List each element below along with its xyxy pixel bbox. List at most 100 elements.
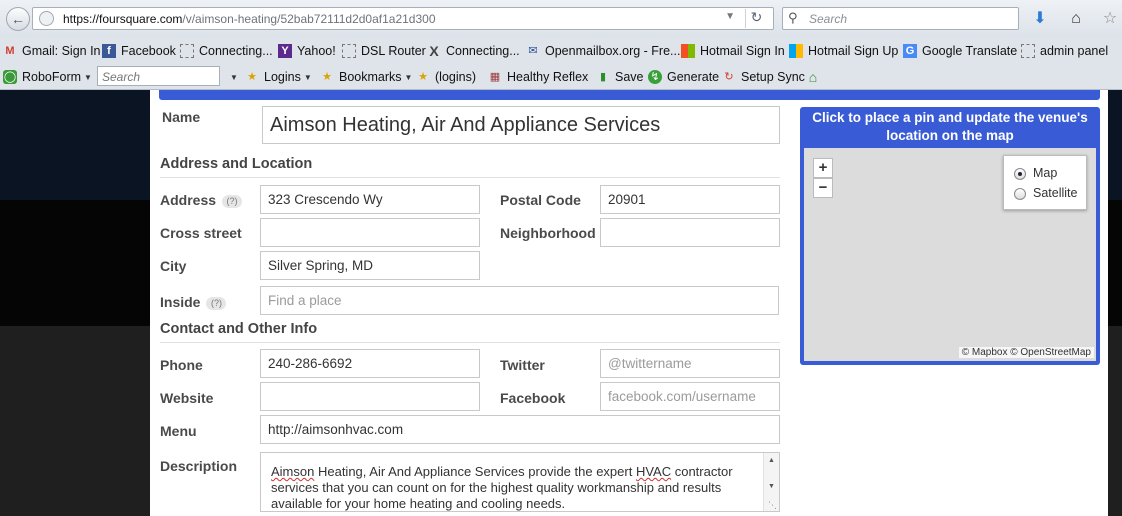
yahoo-icon: Y	[278, 44, 292, 58]
description-textarea[interactable]: Aimson Heating, Air And Appliance Servic…	[260, 452, 780, 512]
panel-header-bar	[159, 90, 1100, 100]
star-key-icon: ★	[247, 71, 257, 83]
menu-input[interactable]: http://aimsonhvac.com	[260, 415, 780, 444]
bookmark-connecting-1[interactable]: Connecting...	[180, 43, 273, 59]
url-text: https://foursquare.com/v/aimson-heating/…	[63, 12, 436, 26]
postal-code-input[interactable]: 20901	[600, 185, 780, 214]
help-icon[interactable]: (?)	[222, 195, 243, 208]
cross-street-label: Cross street	[160, 225, 242, 241]
contact-section-title: Contact and Other Info	[160, 321, 318, 337]
back-arrow-icon: ←	[11, 11, 25, 27]
chevron-down-icon: ▼	[230, 72, 238, 82]
roboform-setup-sync[interactable]: ↻ Setup Sync	[722, 69, 805, 85]
roboform-search-dropdown[interactable]: ▼	[227, 69, 238, 85]
roboform-generate[interactable]: ↯ Generate	[648, 69, 719, 85]
divider	[160, 342, 780, 343]
map-panel: Click to place a pin and update the venu…	[800, 107, 1100, 365]
zoom-in-button[interactable]: +	[813, 158, 833, 178]
phone-input[interactable]: 240-286-6692	[260, 349, 480, 378]
bookmark-hotmail-sign-in[interactable]: Hotmail Sign In	[681, 43, 785, 59]
twitter-input[interactable]: @twittername	[600, 349, 780, 378]
venue-name-input[interactable]: Aimson Heating, Air And Appliance Servic…	[262, 106, 780, 144]
twitter-label: Twitter	[500, 357, 545, 373]
menu-label: Menu	[160, 423, 197, 439]
map-attribution: © Mapbox © OpenStreetMap	[958, 347, 1094, 358]
neighborhood-label: Neighborhood	[500, 225, 596, 241]
facebook-icon: f	[102, 44, 116, 58]
windows-icon	[789, 44, 803, 58]
bookmark-hotmail-sign-up[interactable]: Hotmail Sign Up	[789, 43, 898, 59]
back-button[interactable]: ←	[6, 7, 30, 31]
windows-icon	[681, 44, 695, 58]
phone-label: Phone	[160, 357, 203, 373]
search-icon: ⚲	[788, 10, 798, 25]
satellite-layer-label: Satellite	[1033, 186, 1078, 200]
facebook-label: Facebook	[500, 390, 566, 406]
map-canvas[interactable]: + − Map Satellite © Mapbox © OpenStreetM…	[804, 148, 1096, 361]
roboform-logins[interactable]: ★ Logins ▼	[245, 69, 312, 85]
roboform-healthy-reflex[interactable]: ▦ Healthy Reflex	[488, 69, 589, 85]
scroll-down-icon[interactable]: ▼	[764, 479, 779, 495]
city-input[interactable]: Silver Spring, MD	[260, 251, 480, 280]
bookmark-dsl-router[interactable]: DSL Router	[342, 43, 426, 59]
roboform-bookmarks[interactable]: ★ Bookmarks ▼	[320, 69, 412, 85]
chevron-down-icon: ▼	[84, 72, 92, 82]
address-input[interactable]: 323 Crescendo Wy	[260, 185, 480, 214]
satellite-layer-radio[interactable]	[1014, 188, 1026, 200]
blank-page-icon	[342, 44, 356, 58]
bookmark-gmail[interactable]: M Gmail: Sign In	[3, 43, 100, 59]
map-instructions: Click to place a pin and update the venu…	[812, 110, 1088, 143]
chevron-down-icon: ▼	[404, 72, 413, 82]
help-icon[interactable]: (?)	[206, 297, 227, 310]
roboform-menu[interactable]: ◯ RoboForm ▼	[3, 69, 92, 85]
blank-page-icon	[180, 44, 194, 58]
inside-label: Inside (?)	[160, 294, 227, 310]
roboform-save[interactable]: ▮ Save	[596, 69, 644, 85]
bookmark-facebook[interactable]: f Facebook	[102, 43, 176, 59]
zoom-out-button[interactable]: −	[813, 178, 833, 198]
bookmark-connecting-2[interactable]: X Connecting...	[427, 43, 519, 59]
roboform-logins-paren[interactable]: ★ (logins)	[416, 69, 476, 85]
bookmark-openmailbox[interactable]: ✉ Openmailbox.org - Fre...	[526, 43, 680, 59]
resize-grip-icon[interactable]: ⋱	[768, 500, 777, 511]
description-text: Aimson Heating, Air And Appliance Servic…	[271, 464, 733, 511]
roboform-home[interactable]: ⌂	[806, 69, 825, 85]
roboform-search-input[interactable]: Search	[97, 66, 220, 86]
mailbox-icon: ✉	[528, 45, 538, 57]
map-layer-switcher: Map Satellite	[1003, 155, 1087, 210]
scroll-up-icon[interactable]: ▲	[764, 453, 779, 469]
download-icon[interactable]: ⬇	[1030, 9, 1050, 29]
browser-search-input[interactable]: ⚲ Search	[782, 7, 1019, 30]
translate-icon: G	[903, 44, 917, 58]
chevron-down-icon[interactable]: ▼	[725, 11, 735, 22]
browser-chrome: ← https://foursquare.com/v/aimson-heatin…	[0, 0, 1122, 90]
postal-code-label: Postal Code	[500, 192, 581, 208]
map-layer-label: Map	[1033, 166, 1058, 180]
save-icon: ▮	[599, 71, 607, 83]
facebook-input[interactable]: facebook.com/username	[600, 382, 780, 411]
inside-input[interactable]: Find a place	[260, 286, 779, 315]
identity-card-icon: ▦	[489, 71, 501, 83]
bookmark-google-translate[interactable]: G Google Translate	[903, 43, 1017, 59]
bookmark-star-icon: ★	[322, 71, 332, 83]
address-section-title: Address and Location	[160, 156, 313, 172]
reload-icon[interactable]: ↻	[745, 9, 767, 28]
bookmark-yahoo[interactable]: Y Yahoo!	[278, 43, 336, 59]
website-label: Website	[160, 390, 214, 406]
cross-street-input[interactable]	[260, 218, 480, 247]
map-layer-radio[interactable]	[1014, 168, 1026, 180]
neighborhood-input[interactable]	[600, 218, 780, 247]
x-icon: X	[429, 43, 439, 59]
address-bar[interactable]: https://foursquare.com/v/aimson-heating/…	[32, 7, 774, 30]
website-input[interactable]	[260, 382, 480, 411]
description-label: Description	[160, 458, 238, 474]
home-icon: ⌂	[808, 69, 818, 85]
star-icon[interactable]: ☆	[1100, 9, 1120, 29]
roboform-icon: ◯	[3, 70, 17, 84]
divider	[160, 177, 780, 178]
chevron-down-icon: ▼	[303, 72, 312, 82]
home-icon[interactable]: ⌂	[1066, 9, 1086, 29]
bookmarks-toolbar: M Gmail: Sign In f Facebook Connecting... …	[0, 38, 1122, 64]
bookmark-admin-panel[interactable]: admin panel	[1021, 43, 1108, 59]
generate-icon: ↯	[648, 70, 662, 84]
